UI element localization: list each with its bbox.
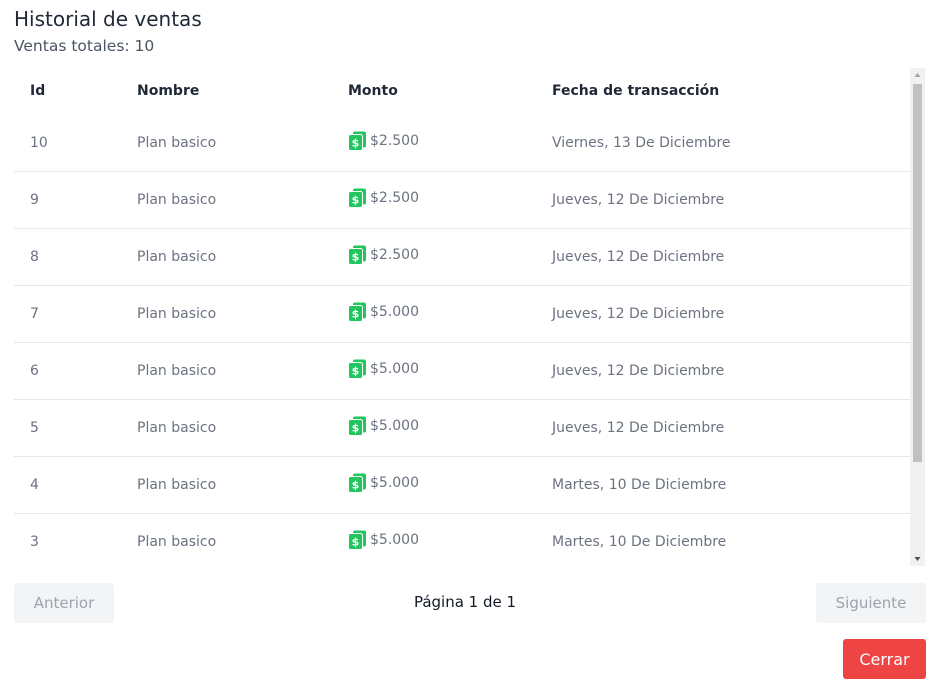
cell-id: 6 bbox=[14, 342, 137, 400]
svg-text:$: $ bbox=[352, 479, 360, 492]
cell-name: Plan basico bbox=[137, 342, 348, 400]
cell-name: Plan basico bbox=[137, 513, 348, 566]
table-row: 4 Plan basico $ $5.000 Martes, 10 De Diciemb… bbox=[14, 456, 910, 514]
table-row: 9 Plan basico $ $2.500 Jueves, 12 De Diciemb… bbox=[14, 171, 910, 229]
table-header-row: Id Nombre Monto Fecha de transacción bbox=[14, 68, 910, 114]
cell-amount: $ $5.000 bbox=[348, 456, 552, 514]
previous-page-button[interactable]: Anterior bbox=[14, 583, 114, 623]
cell-amount: $ $2.500 bbox=[348, 114, 552, 172]
money-icon: $ bbox=[348, 302, 366, 322]
column-header-date: Fecha de transacción bbox=[552, 83, 720, 99]
sales-table-container[interactable]: Id Nombre Monto Fecha de transacción 10 P… bbox=[14, 68, 910, 566]
cell-date: Jueves, 12 De Diciembre bbox=[552, 285, 910, 343]
svg-text:$: $ bbox=[352, 251, 360, 264]
amount-value: $2.500 bbox=[370, 190, 419, 206]
cell-id: 7 bbox=[14, 285, 137, 343]
amount-value: $5.000 bbox=[370, 532, 419, 548]
cell-amount: $ $5.000 bbox=[348, 285, 552, 343]
amount-value: $2.500 bbox=[370, 132, 419, 149]
cell-name: Plan basico bbox=[137, 399, 348, 457]
cell-name: Plan basico bbox=[137, 456, 348, 514]
cell-date: Jueves, 12 De Diciembre bbox=[552, 399, 910, 457]
column-header-amount: Monto bbox=[348, 83, 398, 99]
cell-name: Plan basico bbox=[137, 285, 348, 343]
cell-date: Jueves, 12 De Diciembre bbox=[552, 342, 910, 400]
amount-value: $5.000 bbox=[370, 361, 419, 377]
cell-id: 8 bbox=[14, 228, 137, 286]
amount-value: $5.000 bbox=[370, 475, 419, 491]
cell-amount: $ $5.000 bbox=[348, 342, 552, 400]
table-row: 7 Plan basico $ $5.000 Jueves, 12 De Diciemb… bbox=[14, 285, 910, 343]
cell-id: 3 bbox=[14, 513, 137, 566]
scroll-up-arrow-icon[interactable] bbox=[910, 68, 925, 82]
cell-date: Viernes, 13 De Diciembre bbox=[552, 114, 910, 172]
table-scrollbar[interactable] bbox=[910, 68, 925, 566]
cell-amount: $ $5.000 bbox=[348, 399, 552, 457]
money-icon: $ bbox=[348, 473, 366, 493]
table-row: 8 Plan basico $ $2.500 Jueves, 12 De Diciemb… bbox=[14, 228, 910, 286]
amount-value: $2.500 bbox=[370, 247, 419, 263]
money-icon: $ bbox=[348, 188, 366, 208]
amount-value: $5.000 bbox=[370, 418, 419, 434]
cell-date: Jueves, 12 De Diciembre bbox=[552, 228, 910, 286]
close-button[interactable]: Cerrar bbox=[843, 639, 926, 679]
svg-text:$: $ bbox=[352, 422, 360, 435]
cell-id: 9 bbox=[14, 171, 137, 229]
page-title: Historial de ventas bbox=[14, 7, 202, 31]
table-row: 6 Plan basico $ $5.000 Jueves, 12 De Diciemb… bbox=[14, 342, 910, 400]
svg-text:$: $ bbox=[352, 194, 360, 207]
scroll-down-arrow-icon[interactable] bbox=[910, 552, 925, 566]
money-icon: $ bbox=[348, 530, 366, 550]
cell-amount: $ $5.000 bbox=[348, 513, 552, 566]
cell-id: 4 bbox=[14, 456, 137, 514]
scrollbar-thumb[interactable] bbox=[913, 84, 922, 462]
amount-value: $5.000 bbox=[370, 304, 419, 320]
sales-total: Ventas totales: 10 bbox=[14, 37, 155, 55]
money-icon: $ bbox=[348, 245, 366, 265]
svg-text:$: $ bbox=[352, 136, 360, 149]
svg-text:$: $ bbox=[352, 365, 360, 378]
page-indicator: Página 1 de 1 bbox=[413, 593, 517, 611]
sales-table: Id Nombre Monto Fecha de transacción 10 P… bbox=[14, 68, 910, 566]
money-icon: $ bbox=[348, 131, 366, 151]
table-row: 5 Plan basico $ $5.000 Jueves, 12 De Diciemb… bbox=[14, 399, 910, 457]
cell-amount: $ $2.500 bbox=[348, 171, 552, 229]
column-header-name: Nombre bbox=[137, 83, 200, 99]
table-row: 10 Plan basico $ $2.500 Viernes, 13 De Dicie… bbox=[14, 114, 910, 172]
money-icon: $ bbox=[348, 416, 366, 436]
next-page-button[interactable]: Siguiente bbox=[816, 583, 926, 623]
column-header-id: Id bbox=[30, 83, 46, 99]
cell-id: 10 bbox=[14, 114, 137, 172]
cell-id: 5 bbox=[14, 399, 137, 457]
svg-text:$: $ bbox=[352, 536, 360, 549]
svg-text:$: $ bbox=[352, 308, 360, 321]
cell-date: Jueves, 12 De Diciembre bbox=[552, 171, 910, 229]
cell-name: Plan basico bbox=[137, 228, 348, 286]
table-row: 3 Plan basico $ $5.000 Martes, 10 De Diciemb… bbox=[14, 513, 910, 566]
money-icon: $ bbox=[348, 359, 366, 379]
cell-date: Martes, 10 De Diciembre bbox=[552, 513, 910, 566]
cell-name: Plan basico bbox=[137, 114, 348, 172]
cell-name: Plan basico bbox=[137, 171, 348, 229]
cell-amount: $ $2.500 bbox=[348, 228, 552, 286]
cell-date: Martes, 10 De Diciembre bbox=[552, 456, 910, 514]
